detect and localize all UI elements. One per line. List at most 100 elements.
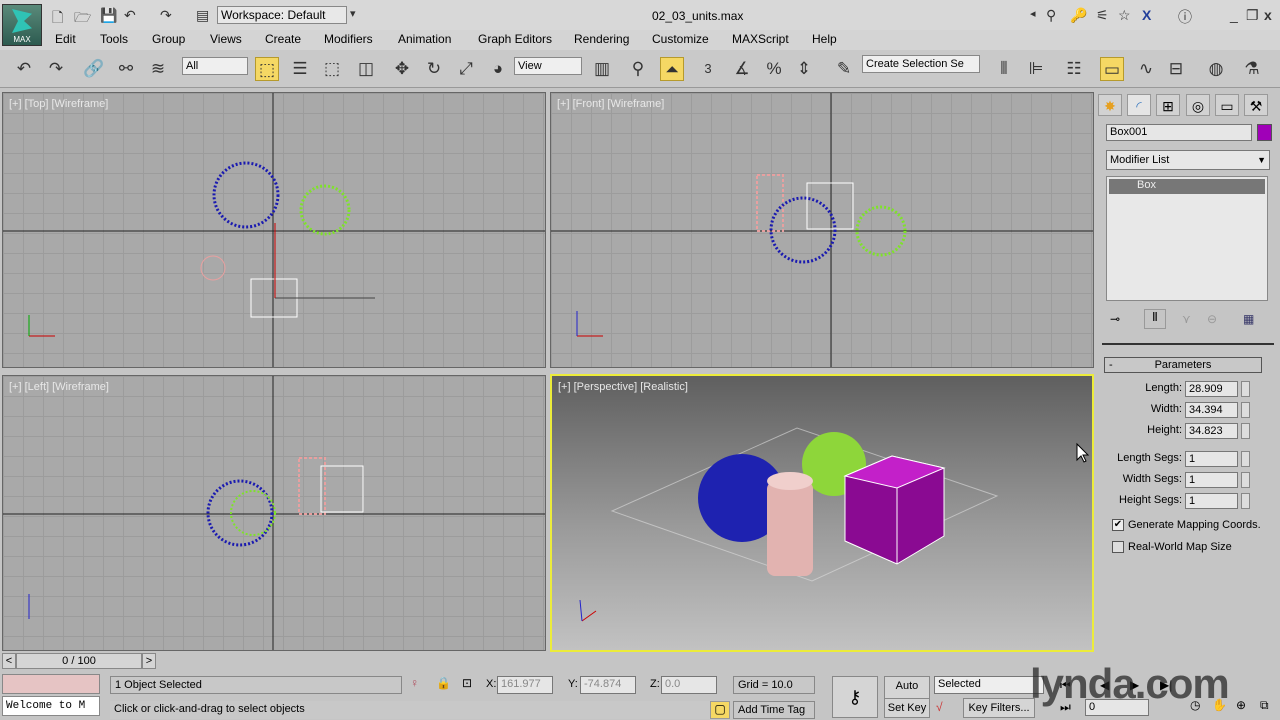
- viewport-label[interactable]: [+] [Top] [Wireframe]: [9, 98, 108, 110]
- segs-field[interactable]: 1: [1185, 472, 1238, 488]
- motion-tab-icon[interactable]: ◎: [1186, 94, 1210, 116]
- segs-field[interactable]: 1: [1185, 451, 1238, 467]
- select-manipulate-icon[interactable]: ⚲: [626, 57, 650, 81]
- key-icon[interactable]: 🔑: [1070, 7, 1087, 24]
- angle-snap-icon[interactable]: ∡: [730, 57, 754, 81]
- open-file-icon[interactable]: 🗁: [74, 7, 91, 31]
- workspace-dropdown[interactable]: Workspace: Default: [217, 6, 347, 24]
- viewport-label[interactable]: [+] [Perspective] [Realistic]: [558, 381, 688, 393]
- modifier-list-dropdown[interactable]: Modifier List ▼: [1106, 150, 1270, 170]
- snaps-toggle-icon[interactable]: 3: [696, 57, 720, 81]
- menu-graph-editors[interactable]: Graph Editors: [478, 32, 552, 46]
- app-menu-button[interactable]: MAX: [2, 4, 42, 46]
- save-icon[interactable]: 💾: [100, 7, 117, 24]
- restore-icon[interactable]: ❐: [1246, 7, 1259, 24]
- minimize-icon[interactable]: _: [1230, 7, 1238, 23]
- set-key-button[interactable]: Set Key: [884, 698, 930, 718]
- render-setup-icon[interactable]: ⚗: [1240, 57, 1264, 81]
- edit-named-selection-icon[interactable]: ✎: [832, 57, 856, 81]
- spinner[interactable]: [1241, 493, 1250, 509]
- scene-explorer-icon[interactable]: ▭: [1100, 57, 1124, 81]
- menu-edit[interactable]: Edit: [55, 32, 76, 46]
- move-icon[interactable]: ✥: [390, 57, 414, 81]
- bind-space-warp-icon[interactable]: ≋: [146, 57, 170, 81]
- viewport-left[interactable]: [+] [Left] [Wireframe]: [2, 375, 546, 651]
- viewport-label[interactable]: [+] [Left] [Wireframe]: [9, 381, 109, 393]
- time-tag-icon[interactable]: ▢: [710, 701, 730, 719]
- spinner[interactable]: [1241, 472, 1250, 488]
- selection-lock-icon[interactable]: 🔒: [436, 676, 451, 690]
- align-icon[interactable]: ⊫: [1024, 57, 1048, 81]
- viewport-perspective[interactable]: [+] [Perspective] [Realistic]: [550, 374, 1094, 652]
- schematic-view-icon[interactable]: ⊟: [1164, 57, 1188, 81]
- parameters-rollout-header[interactable]: - Parameters: [1104, 357, 1262, 373]
- rectangular-selection-icon[interactable]: ⬚: [320, 57, 344, 81]
- hierarchy-tab-icon[interactable]: ⊞: [1156, 94, 1180, 116]
- timeline-next-button[interactable]: >: [142, 653, 156, 669]
- y-coordinate-field[interactable]: -74.874: [580, 676, 636, 694]
- menu-maxscript[interactable]: MAXScript: [732, 32, 789, 46]
- set-key-large-button[interactable]: ⚷: [832, 676, 878, 718]
- exchange-icon[interactable]: X: [1142, 7, 1151, 23]
- key-mode-dropdown[interactable]: Selected: [934, 676, 1044, 694]
- pivot-center-icon[interactable]: ▥: [590, 57, 614, 81]
- viewport-label[interactable]: [+] [Front] [Wireframe]: [557, 98, 664, 110]
- create-tab-icon[interactable]: ✸: [1098, 94, 1122, 116]
- segs-field[interactable]: 1: [1185, 493, 1238, 509]
- selection-filter-dropdown[interactable]: All: [182, 57, 248, 75]
- object-name-field[interactable]: Box001: [1106, 124, 1252, 141]
- scale-icon[interactable]: ⤢: [454, 57, 478, 81]
- x-coordinate-field[interactable]: 161.977: [497, 676, 553, 694]
- utilities-tab-icon[interactable]: ⚒: [1244, 94, 1268, 116]
- params-field[interactable]: 28.909: [1185, 381, 1238, 397]
- pin-stack-icon[interactable]: ⊸: [1110, 312, 1120, 326]
- object-color-swatch[interactable]: [1257, 124, 1272, 141]
- make-unique-icon[interactable]: ⋎: [1182, 312, 1191, 326]
- project-folder-icon[interactable]: ▤: [196, 7, 209, 24]
- favorites-star-icon[interactable]: ☆: [1118, 7, 1131, 24]
- undo-icon[interactable]: ↶: [12, 57, 36, 81]
- modify-tab-icon[interactable]: ◜: [1127, 94, 1151, 116]
- maxscript-listener-pink[interactable]: [2, 674, 100, 694]
- undo-icon[interactable]: ↶: [124, 7, 136, 24]
- stack-item-box[interactable]: Box: [1109, 179, 1265, 194]
- select-object-icon[interactable]: ⬚: [255, 57, 279, 81]
- real-world-map-size-checkbox[interactable]: [1112, 541, 1124, 553]
- default-tangents-icon[interactable]: √: [936, 700, 943, 714]
- link-icon[interactable]: 🔗: [82, 57, 106, 81]
- timeline-prev-button[interactable]: <: [2, 653, 16, 669]
- percent-snap-icon[interactable]: %: [762, 57, 786, 81]
- customize-quick-access-icon[interactable]: ▾: [350, 7, 356, 20]
- remove-modifier-icon[interactable]: ⊖: [1207, 312, 1217, 326]
- z-coordinate-field[interactable]: 0.0: [661, 676, 717, 694]
- reference-coordinate-dropdown[interactable]: View: [514, 57, 582, 75]
- menu-animation[interactable]: Animation: [398, 32, 451, 46]
- menu-modifiers[interactable]: Modifiers: [324, 32, 373, 46]
- maxscript-listener[interactable]: Welcome to M: [2, 696, 100, 716]
- named-selection-set-dropdown[interactable]: Create Selection Se: [862, 55, 980, 73]
- menu-help[interactable]: Help: [812, 32, 837, 46]
- binoculars-icon[interactable]: ⚲: [1046, 7, 1056, 24]
- orbit-icon[interactable]: ⊕: [1236, 698, 1246, 712]
- spinner[interactable]: [1241, 451, 1250, 467]
- menu-tools[interactable]: Tools: [100, 32, 128, 46]
- keyboard-shortcut-override-icon[interactable]: ⏶: [660, 57, 684, 81]
- satellite-icon[interactable]: ⚟: [1096, 7, 1109, 24]
- help-icon[interactable]: ⓘ: [1178, 7, 1192, 27]
- menu-rendering[interactable]: Rendering: [574, 32, 629, 46]
- mirror-icon[interactable]: ⫴: [992, 57, 1016, 81]
- viewport-top[interactable]: [+] [Top] [Wireframe]: [2, 92, 546, 368]
- key-filters-button[interactable]: Key Filters...: [963, 698, 1035, 718]
- menu-group[interactable]: Group: [152, 32, 185, 46]
- window-crossing-icon[interactable]: ◫: [354, 57, 378, 81]
- viewport-front[interactable]: [+] [Front] [Wireframe]: [550, 92, 1094, 368]
- collapse-arrow-icon[interactable]: ◂: [1030, 7, 1036, 20]
- curve-editor-icon[interactable]: ∿: [1134, 57, 1158, 81]
- configure-modifier-sets-icon[interactable]: ▦: [1243, 312, 1254, 326]
- spinner[interactable]: [1241, 381, 1250, 397]
- spinner-snap-icon[interactable]: ⇕: [792, 57, 816, 81]
- rotate-icon[interactable]: ↻: [422, 57, 446, 81]
- generate-mapping-coords-checkbox[interactable]: ✔: [1112, 519, 1124, 531]
- redo-icon[interactable]: ↷: [44, 57, 68, 81]
- material-editor-icon[interactable]: ◍: [1204, 57, 1228, 81]
